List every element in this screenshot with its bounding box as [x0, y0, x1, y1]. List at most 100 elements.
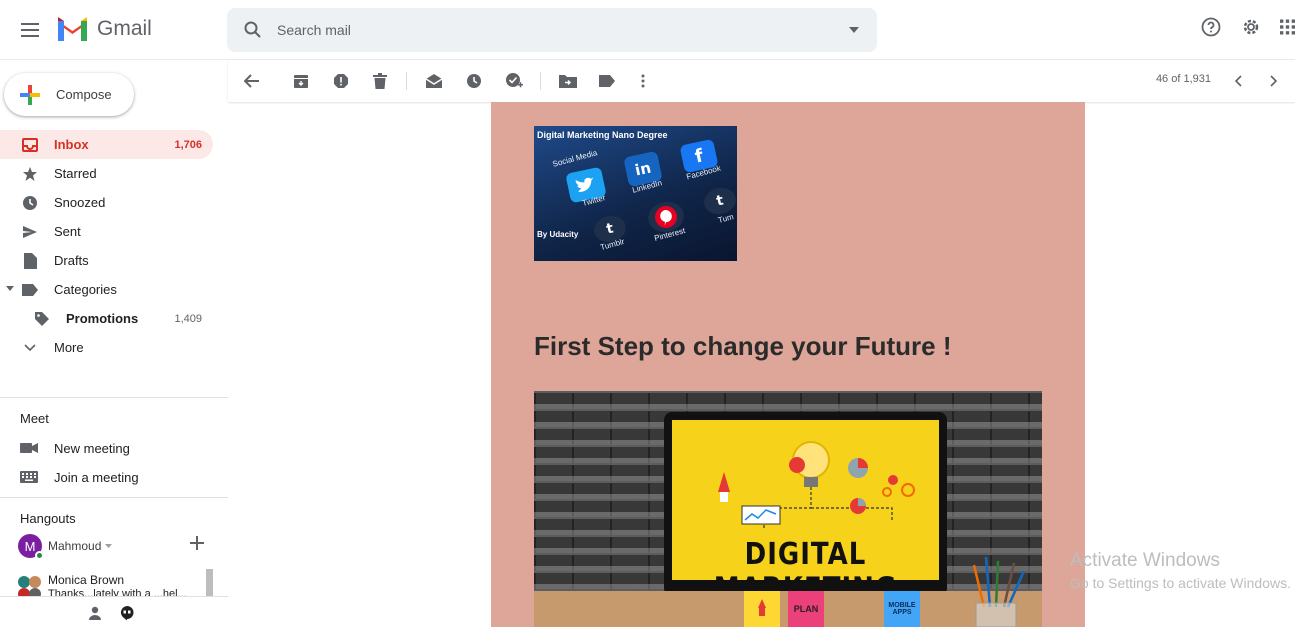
avatar-initial: M: [24, 538, 36, 554]
divider: [0, 497, 228, 498]
toolbar-separator: [406, 72, 407, 90]
caret-down-icon[interactable]: [6, 286, 14, 291]
clock-icon: [20, 193, 40, 213]
meet-title: Meet: [20, 411, 49, 426]
compose-button[interactable]: Compose: [4, 73, 134, 116]
older-button[interactable]: [1264, 71, 1284, 91]
gmail-logo[interactable]: Gmail: [56, 16, 152, 41]
chevron-down-icon: [20, 338, 40, 358]
hangouts-bottom-bar: [0, 596, 228, 627]
join-meeting-button[interactable]: Join a meeting: [20, 467, 139, 487]
apps-button[interactable]: [1280, 16, 1295, 38]
sticky-note-apps: MOBILE APPS: [884, 591, 920, 627]
help-icon: [1201, 17, 1221, 37]
nav-item-sent[interactable]: Sent: [0, 217, 213, 246]
mail-open-icon: [425, 74, 443, 88]
nav-item-inbox[interactable]: Inbox 1,706: [0, 130, 213, 159]
chevron-left-icon: [1234, 75, 1242, 87]
new-meeting-button[interactable]: New meeting: [20, 438, 130, 458]
scrollbar-thumb[interactable]: [206, 569, 213, 599]
label-icon: [599, 75, 615, 87]
delete-button[interactable]: [370, 71, 390, 91]
add-icon[interactable]: [190, 536, 204, 550]
add-to-tasks-button[interactable]: [504, 71, 524, 91]
labels-button[interactable]: [597, 71, 617, 91]
activate-windows-title: Activate Windows: [1070, 550, 1220, 571]
video-camera-icon: [20, 443, 38, 453]
nav-label: Sent: [54, 224, 81, 239]
toolbar-separator: [540, 72, 541, 90]
mail-nav: Inbox 1,706 Starred Snoozed Sent Drafts …: [0, 130, 228, 362]
report-icon: [334, 74, 348, 88]
sticky-note-text: MOBILE APPS: [888, 602, 916, 616]
mark-unread-button[interactable]: [424, 71, 444, 91]
more-actions-button[interactable]: [633, 71, 653, 91]
archive-button[interactable]: [291, 71, 311, 91]
monitor-screen: DIGITAL MARKETING: [672, 420, 939, 607]
monitor-illustration: DIGITAL MARKETING: [664, 412, 947, 607]
hangouts-user-menu[interactable]: Mahmoud: [48, 539, 113, 553]
archive-icon: [294, 75, 308, 88]
contacts-tab-button[interactable]: [84, 603, 106, 623]
lightbulb-idea-icon: [718, 441, 915, 528]
nav-label: Starred: [54, 166, 97, 181]
keyboard-icon: [20, 471, 38, 483]
inbox-icon: [20, 135, 40, 155]
apps-grid-icon: [1280, 19, 1295, 35]
online-status-dot: [35, 551, 44, 560]
move-to-button[interactable]: [558, 71, 578, 91]
hamburger-icon: [21, 23, 39, 37]
caret-down-icon: [105, 544, 113, 548]
task-add-icon: [506, 73, 523, 88]
search-bar: [227, 8, 877, 52]
report-spam-button[interactable]: [331, 71, 351, 91]
nav-item-categories[interactable]: Categories: [0, 275, 213, 304]
email-banner-image: Digital Marketing Nano Degree Social Med…: [534, 126, 737, 261]
pagination-text: 46 of 1,931: [1155, 73, 1211, 85]
main-menu-button[interactable]: [12, 12, 48, 48]
settings-button[interactable]: [1240, 16, 1262, 38]
label-icon: [20, 280, 40, 300]
nav-label: Inbox: [54, 137, 89, 152]
hangouts-quote-icon: [120, 606, 134, 621]
nav-item-starred[interactable]: Starred: [0, 159, 213, 188]
nav-label: Drafts: [54, 253, 89, 268]
star-icon: [20, 164, 40, 184]
newer-button[interactable]: [1228, 71, 1248, 91]
nav-label: Snoozed: [54, 195, 106, 210]
nav-item-more[interactable]: More: [0, 333, 213, 362]
snooze-button[interactable]: [464, 71, 484, 91]
gear-icon: [1243, 19, 1259, 35]
sidebar: Compose Inbox 1,706 Starred Snoozed Sent…: [0, 60, 228, 627]
hangouts-tab-button[interactable]: [116, 603, 138, 623]
sticky-note-plan: PLAN: [788, 591, 824, 627]
banner-title: Digital Marketing Nano Degree: [537, 130, 668, 140]
person-icon: [89, 606, 101, 620]
nav-item-promotions[interactable]: Promotions 1,409: [0, 304, 213, 333]
activate-windows-subtitle: Go to Settings to activate Windows.: [1070, 575, 1291, 591]
nav-item-snoozed[interactable]: Snoozed: [0, 188, 213, 217]
avatar[interactable]: M: [18, 534, 44, 560]
search-icon[interactable]: [243, 20, 263, 40]
more-vert-icon: [641, 74, 645, 88]
trash-icon: [373, 73, 387, 89]
email-hero-image: DIGITAL MARKETING PLAN MOBILE APPS: [534, 391, 1042, 627]
nav-item-drafts[interactable]: Drafts: [0, 246, 213, 275]
plus-color-icon: [20, 84, 40, 105]
top-right-actions: [1200, 16, 1295, 38]
banner-byline: By Udacity: [537, 230, 579, 239]
search-options-caret-icon[interactable]: [849, 27, 859, 33]
divider: [0, 397, 228, 398]
nav-count: 1,409: [174, 312, 202, 325]
support-button[interactable]: [1200, 16, 1222, 38]
search-input[interactable]: [277, 18, 797, 42]
nav-label: Categories: [54, 282, 117, 297]
hangouts-user-name: Mahmoud: [48, 539, 102, 553]
nav-count: 1,706: [174, 138, 202, 151]
nav-label: More: [54, 340, 84, 355]
send-icon: [20, 222, 40, 242]
clock-icon: [467, 74, 481, 88]
compose-label: Compose: [56, 87, 112, 102]
sticky-note: [744, 591, 780, 627]
back-button[interactable]: [242, 71, 262, 91]
